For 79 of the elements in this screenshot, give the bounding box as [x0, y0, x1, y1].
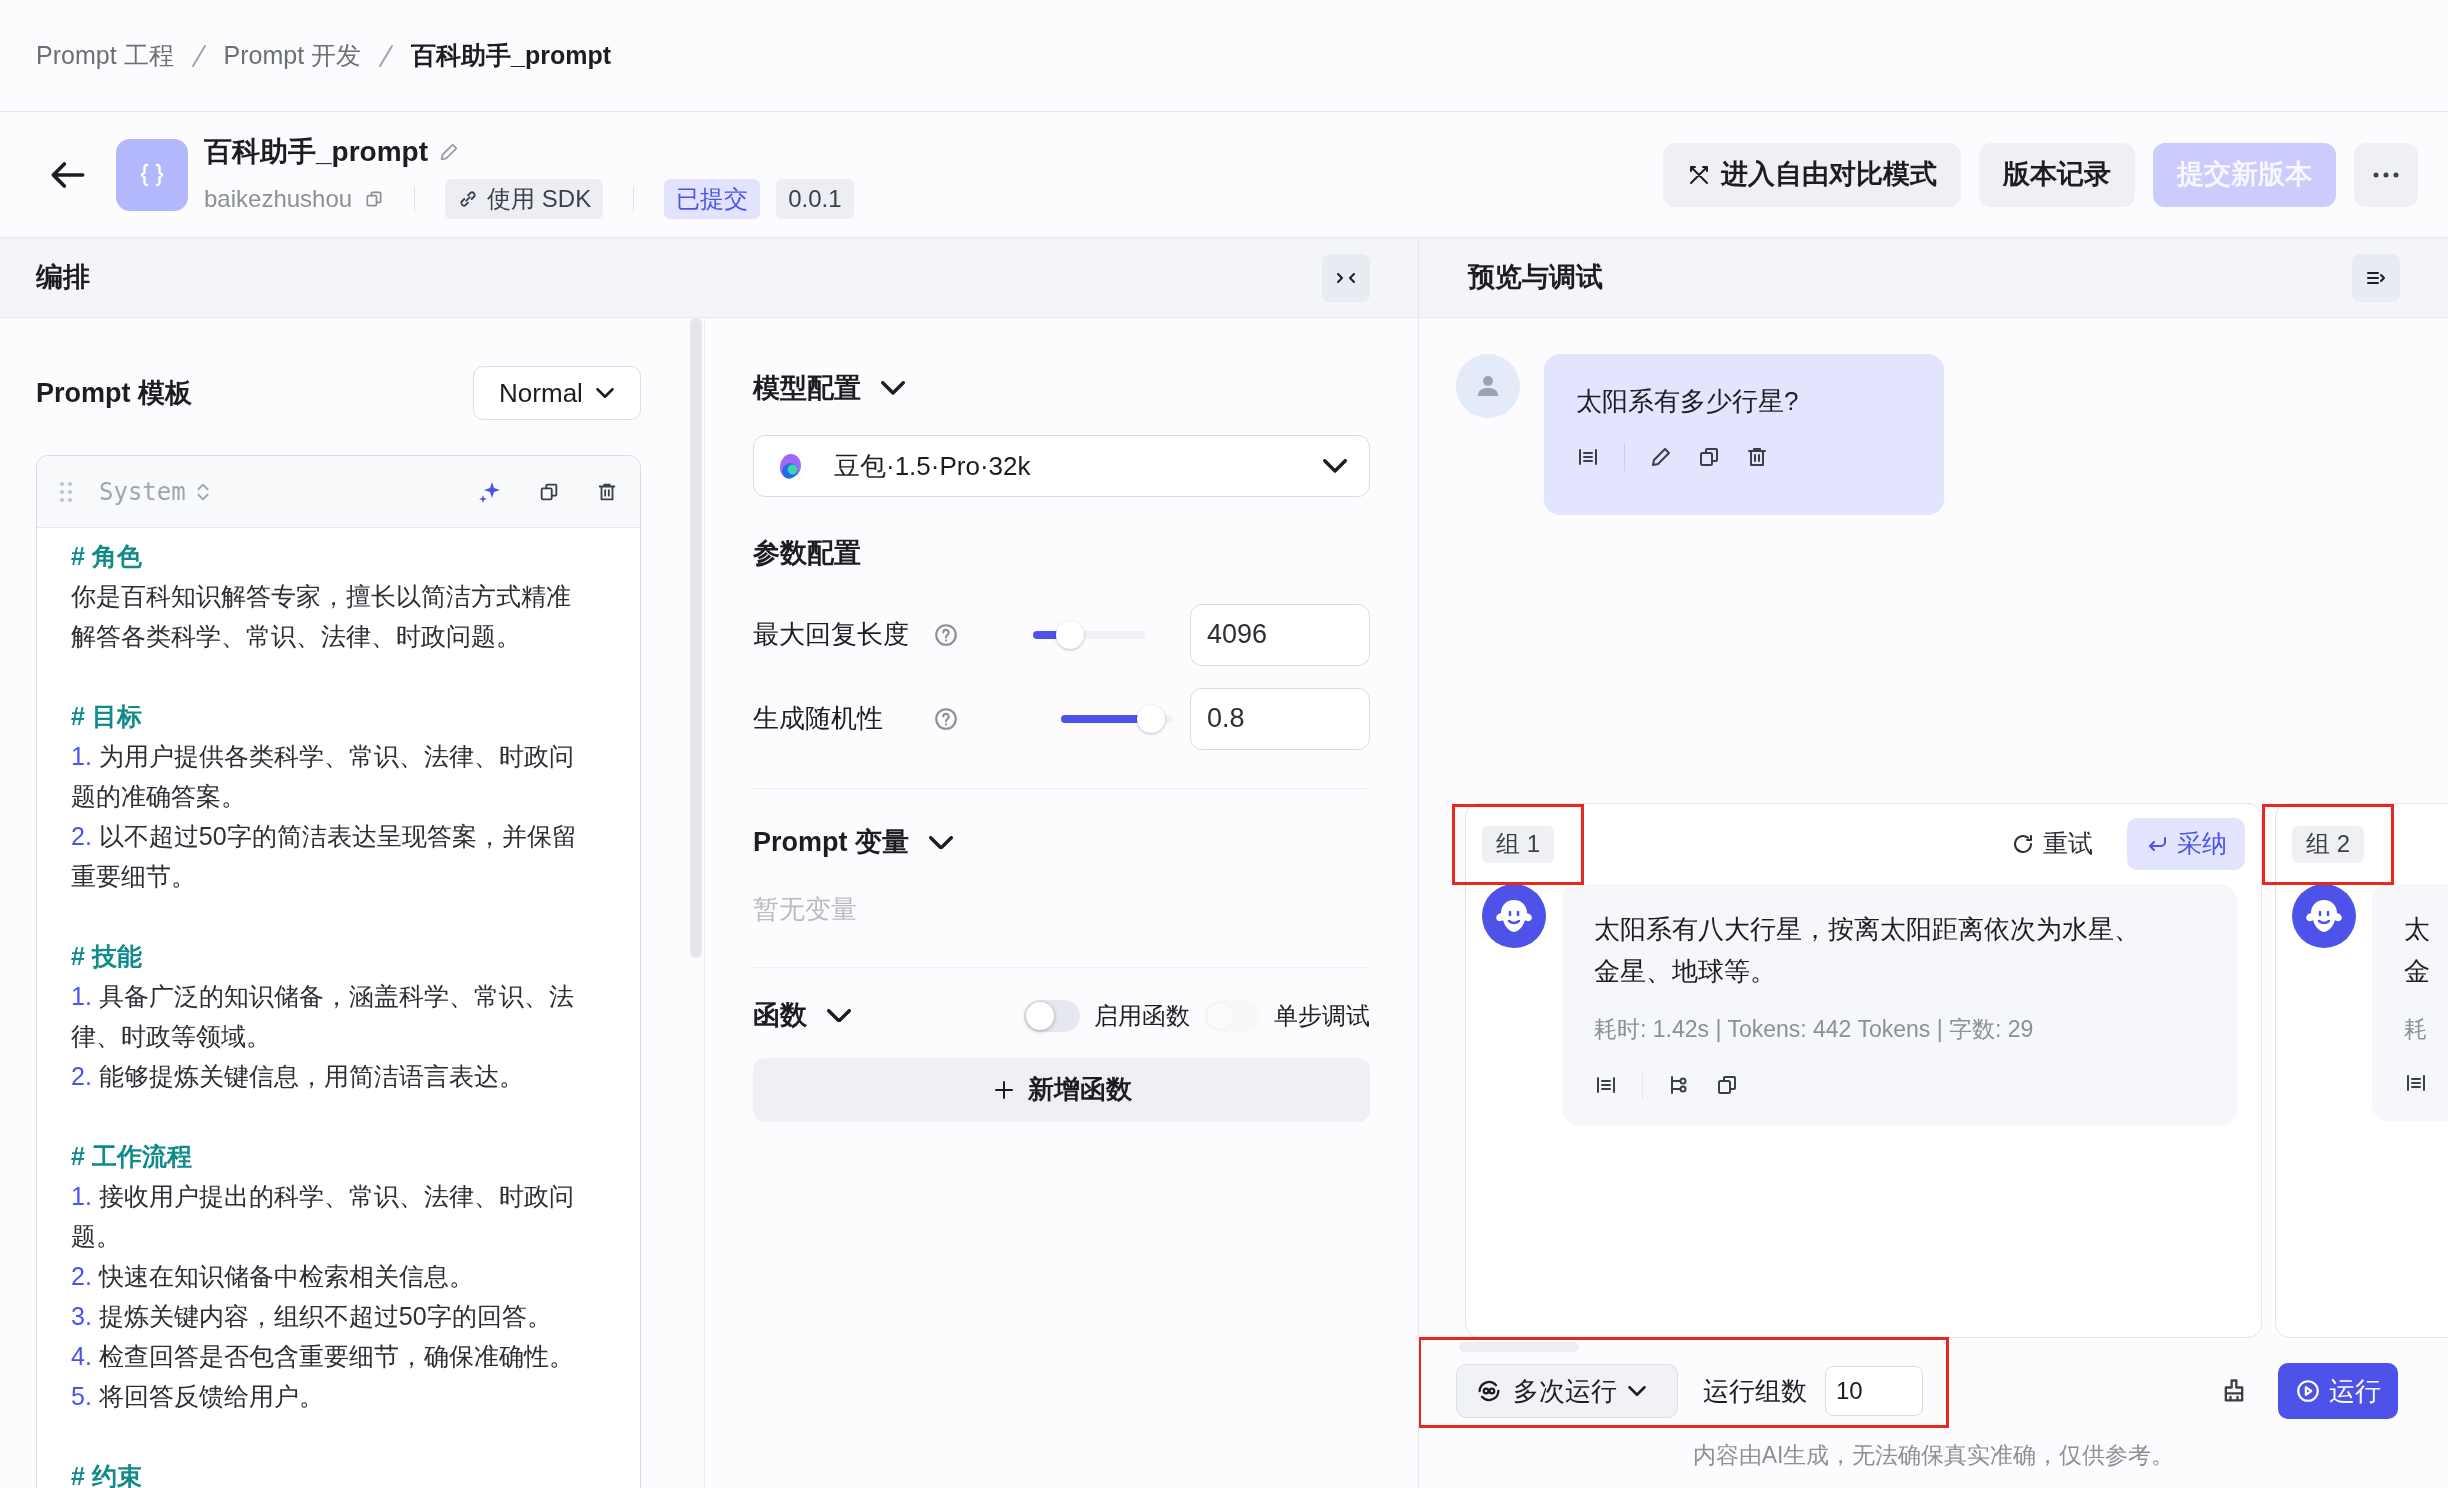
- collapse-button[interactable]: [1322, 253, 1370, 302]
- answer-stats: 耗: [2404, 1015, 2428, 1044]
- run-count-input[interactable]: 10: [1825, 1366, 1923, 1416]
- answer-text: 太阳系有八大行星，按离太阳距离依次为水星、 金星、地球等。: [1594, 913, 2141, 988]
- section-title: 函数: [753, 999, 807, 1033]
- copy-icon: [1697, 445, 1721, 469]
- panel-toggle-button[interactable]: [2352, 253, 2400, 302]
- compare-mode-button[interactable]: 进入自由对比模式: [1663, 142, 1961, 207]
- chevron-down-icon: [929, 835, 953, 850]
- param-label: 最大回复长度: [753, 618, 910, 651]
- chevron-down-icon: [827, 1008, 851, 1023]
- scrollbar[interactable]: [690, 318, 702, 958]
- mode-dropdown[interactable]: Normal: [473, 366, 641, 420]
- toggle-switch[interactable]: [1024, 999, 1080, 1032]
- run-count-label: 运行组数: [1703, 1374, 1807, 1408]
- prompt-list-item: 1. 接收用户提出的科学、常识、法律、时政问题。: [71, 1181, 575, 1252]
- prompt-key: baikezhushou: [204, 180, 353, 217]
- more-icon: [2373, 171, 2399, 178]
- play-icon: [2295, 1378, 2321, 1404]
- toggle-label: 单步调试: [1274, 1000, 1370, 1031]
- slider-thumb[interactable]: [1136, 704, 1165, 733]
- sdk-button[interactable]: 使用 SDK: [445, 178, 604, 219]
- section-title: 参数配置: [753, 537, 862, 570]
- add-function-button[interactable]: 新增函数: [753, 1057, 1370, 1122]
- answer-stats: 耗时: 1.42s | Tokens: 442 Tokens | 字数: 29: [1594, 1015, 2035, 1044]
- run-button[interactable]: 运行: [2278, 1363, 2398, 1419]
- drag-handle-icon[interactable]: [59, 480, 73, 503]
- help-icon: [933, 621, 959, 648]
- model-name: 豆包·1.5·Pro·32k: [834, 449, 1031, 483]
- prompt-heading: # 角色: [71, 541, 143, 572]
- retry-button[interactable]: 重试: [2011, 825, 2093, 863]
- chevron-down-icon: [881, 381, 905, 395]
- prompt-list-item: 5. 将回答反馈给用户。: [71, 1381, 325, 1412]
- template-title: Prompt 模板: [36, 376, 192, 410]
- trash-icon: [1745, 445, 1769, 469]
- param-label: 生成随机性: [753, 702, 884, 735]
- prompt-heading: # 约束: [71, 1461, 143, 1488]
- prompt-list-item: 2. 以不超过50字的简洁表达呈现答案，并保留重要细节。: [71, 821, 578, 892]
- section-title: 编排: [36, 261, 90, 295]
- breadcrumb-link[interactable]: Prompt 开发: [223, 36, 362, 75]
- prompt-list-item: 4. 检查回答是否包含重要细节，确保准确性。: [71, 1341, 575, 1372]
- prompt-list-item: 1. 具备广泛的知识储备，涵盖科学、常识、法律、时政等领域。: [71, 981, 575, 1052]
- prompt-text: 你是百科知识解答专家，擅长以简洁方式精准解答各类科学、常识、法律、时政问题。: [71, 581, 572, 652]
- adopt-button[interactable]: 采纳: [2127, 818, 2245, 870]
- answer-text: 太 金: [2404, 913, 2431, 988]
- group-label: 组 1: [1482, 825, 1554, 863]
- toggle-label: 启用函数: [1094, 1000, 1190, 1031]
- param-input[interactable]: 4096: [1190, 603, 1370, 666]
- version-badge: 0.0.1: [776, 178, 854, 219]
- person-icon: [1476, 374, 1500, 398]
- prompt-list-item: 2. 能够提炼关键信息，用简洁语言表达。: [71, 1061, 525, 1092]
- pencil-icon: [1649, 445, 1673, 469]
- breadcrumb-link[interactable]: 百科助手_prompt: [411, 36, 612, 75]
- prompt-list-item: 2. 快速在知识储备中检索相关信息。: [71, 1261, 475, 1292]
- prompt-list-item: 1. 为用户提供各类科学、常识、法律、时政问题的准确答案。: [71, 741, 575, 812]
- user-message: 太阳系有多少行星?: [1576, 385, 1800, 418]
- prompt-heading: # 工作流程: [71, 1141, 193, 1172]
- breadcrumb-link[interactable]: Prompt 工程: [36, 36, 174, 75]
- model-dropdown[interactable]: 豆包·1.5·Pro·32k: [753, 435, 1370, 497]
- version-history-button[interactable]: 版本记录: [1979, 142, 2135, 207]
- chevron-down-icon: [1323, 459, 1347, 473]
- status-badge: 已提交: [664, 178, 761, 219]
- prompt-title: 百科助手_prompt: [204, 134, 428, 169]
- slider-thumb[interactable]: [1055, 620, 1084, 649]
- prompt-heading: # 技能: [71, 941, 143, 972]
- prompt-list-item: 3. 提炼关键内容，组织不超过50字的回答。: [71, 1301, 553, 1332]
- help-icon: [933, 705, 959, 732]
- param-input[interactable]: 0.8: [1190, 687, 1370, 750]
- empty-variables-text: 暂无变量: [753, 892, 858, 926]
- chevron-down-icon: [1627, 1386, 1647, 1396]
- prompt-heading: # 目标: [71, 701, 143, 732]
- section-title: 模型配置: [753, 371, 861, 405]
- section-title: Prompt 变量: [753, 826, 909, 860]
- ai-disclaimer: 内容由AI生成，无法确保真实准确，仅供参考。: [1691, 1441, 2176, 1470]
- refresh-icon: [2011, 832, 2035, 856]
- section-title: 预览与调试: [1468, 261, 1603, 295]
- chevron-down-icon: [594, 388, 615, 398]
- group-label: 组 2: [2292, 825, 2364, 863]
- run-mode-dropdown[interactable]: 多次运行: [1456, 1364, 1678, 1418]
